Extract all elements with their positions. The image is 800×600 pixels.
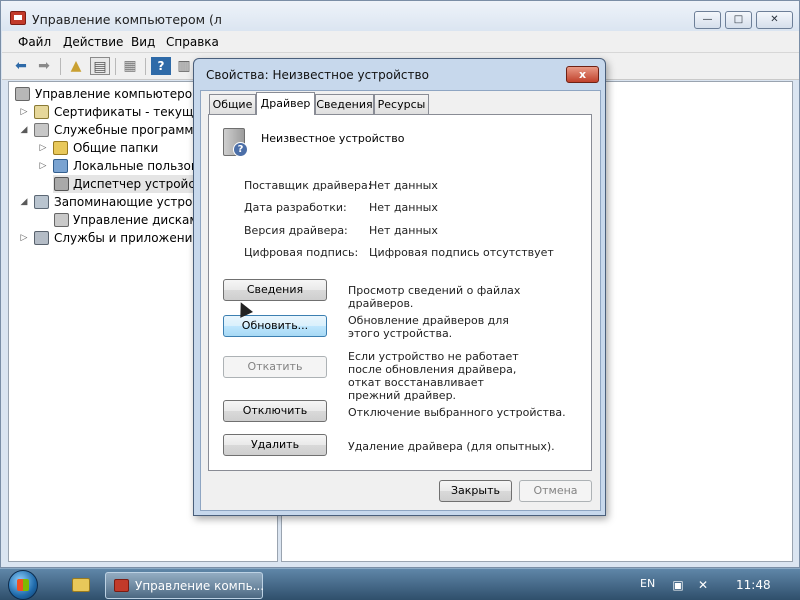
shared-folder-icon [53, 141, 68, 155]
toolbar-separator [145, 58, 146, 75]
driver-version-value: Нет данных [369, 224, 438, 237]
driver-date-label: Дата разработки: [244, 201, 347, 214]
tree-item-label: Служебные программы [54, 123, 203, 137]
roll-back-driver-button[interactable]: Откатить [223, 356, 327, 378]
expand-arrow-icon[interactable]: ▷ [38, 157, 48, 175]
disable-device-button[interactable]: Отключить [223, 400, 327, 422]
update-driver-button[interactable]: Обновить... [223, 315, 327, 337]
tab-driver[interactable]: Драйвер [256, 92, 315, 115]
volume-muted-icon[interactable]: ✕ [695, 578, 711, 592]
driver-date-value: Нет данных [369, 201, 438, 214]
taskbar-app-button[interactable]: Управление компь... [105, 572, 265, 599]
close-dialog-button[interactable]: Закрыть [439, 480, 512, 502]
driver-tab-panel: ? Неизвестное устройство Поставщик драйв… [208, 114, 592, 471]
uninstall-driver-button[interactable]: Удалить [223, 434, 327, 456]
tree-item-label: Общие папки [73, 141, 159, 155]
start-button[interactable] [8, 570, 38, 600]
tree-item-label: Диспетчер устройств [73, 177, 210, 191]
dialog-close-button[interactable]: x [566, 66, 599, 83]
menu-help[interactable]: Справка [166, 35, 219, 49]
tab-details[interactable]: Сведения [315, 94, 374, 114]
driver-details-description: Просмотр сведений о файлах драйверов. [348, 284, 521, 310]
minimize-button[interactable]: — [694, 11, 721, 29]
toolbar-separator [60, 58, 61, 75]
roll-back-driver-description: Если устройство не работает после обновл… [348, 350, 519, 402]
properties-icon[interactable]: ▦ [120, 57, 140, 75]
tree-item-label: Службы и приложения [54, 231, 200, 245]
computer-management-icon [10, 11, 26, 25]
tab-resources[interactable]: Ресурсы [374, 94, 429, 114]
expand-arrow-icon[interactable]: ▷ [38, 139, 48, 157]
close-button[interactable]: ✕ [756, 11, 793, 29]
dialog-title: Свойства: Неизвестное устройство [206, 68, 429, 82]
update-driver-description: Обновление драйверов для этого устройств… [348, 314, 509, 340]
tree-item-label: Управление дисками [73, 213, 207, 227]
back-arrow-icon[interactable]: ⬅ [11, 57, 31, 75]
users-icon [53, 159, 68, 173]
explorer-quicklaunch-icon[interactable] [72, 578, 90, 592]
disable-device-description: Отключение выбранного устройства. [348, 406, 566, 419]
collapse-arrow-icon[interactable]: ◢ [19, 121, 29, 139]
cancel-button[interactable]: Отмена [519, 480, 592, 502]
computer-management-icon [114, 579, 129, 592]
tree-item-label: Управление компьютером (л [35, 87, 218, 101]
tab-general[interactable]: Общие [209, 94, 256, 114]
toolbar-separator [115, 58, 116, 75]
digital-signer-label: Цифровая подпись: [244, 246, 359, 259]
question-mark-icon: ? [233, 142, 248, 157]
expand-arrow-icon[interactable]: ▷ [19, 103, 29, 121]
network-tray-icon[interactable]: ▣ [670, 578, 686, 592]
expand-arrow-icon[interactable]: ▷ [19, 229, 29, 247]
language-indicator[interactable]: EN [640, 577, 655, 590]
dialog-body: Общие Драйвер Сведения Ресурсы ? Неизвес… [200, 90, 601, 511]
disk-icon [54, 213, 69, 227]
menu-action[interactable]: Действие [63, 35, 123, 49]
services-icon [34, 231, 49, 245]
window-titlebar[interactable]: Управление компьютером (л — □ ✕ [1, 1, 799, 31]
device-manager-icon [54, 177, 69, 191]
tools-icon [34, 123, 49, 137]
driver-provider-label: Поставщик драйвера: [244, 179, 372, 192]
menu-file[interactable]: Файл [18, 35, 51, 49]
menu-view[interactable]: Вид [131, 35, 155, 49]
forward-arrow-icon[interactable]: ➡ [34, 57, 54, 75]
computer-icon [15, 87, 30, 101]
show-hide-tree-icon[interactable]: ▤ [90, 57, 110, 75]
folder-up-icon[interactable]: ▲ [66, 57, 86, 75]
device-properties-dialog: Свойства: Неизвестное устройство x Общие… [193, 58, 606, 516]
uninstall-driver-description: Удаление драйвера (для опытных). [348, 440, 555, 453]
clock[interactable]: 11:48 [736, 578, 771, 592]
view-icon[interactable]: ▥ [174, 57, 194, 75]
taskbar: Управление компь... EN ▣ ✕ 11:48 [0, 568, 800, 600]
window-title: Управление компьютером (л [32, 12, 222, 27]
driver-provider-value: Нет данных [369, 179, 438, 192]
menu-bar: Файл Действие Вид Справка [2, 31, 799, 53]
digital-signer-value: Цифровая подпись отсутствует [369, 246, 554, 259]
driver-version-label: Версия драйвера: [244, 224, 348, 237]
storage-icon [34, 195, 49, 209]
maximize-button[interactable]: □ [725, 11, 752, 29]
driver-details-button[interactable]: Сведения [223, 279, 327, 301]
tree-item-label: Запоминающие устройст [54, 195, 214, 209]
taskbar-app-label: Управление компь... [135, 579, 265, 593]
help-icon[interactable]: ? [151, 57, 171, 75]
collapse-arrow-icon[interactable]: ◢ [19, 193, 29, 211]
device-name: Неизвестное устройство [261, 132, 405, 145]
certificates-icon [34, 105, 49, 119]
